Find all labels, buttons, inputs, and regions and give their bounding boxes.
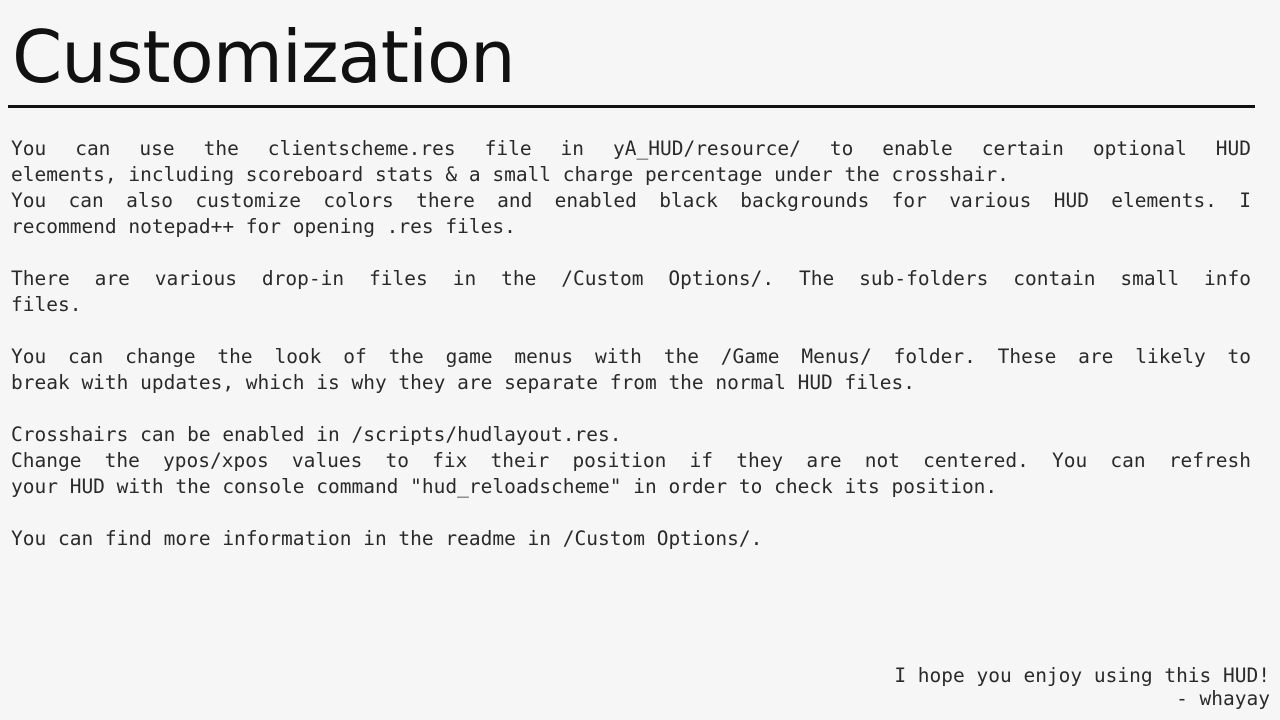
page-title: Customization xyxy=(12,15,516,99)
text-line: Change the ypos/xpos values to fix their… xyxy=(11,449,1251,472)
paragraph-clientscheme: You can use the clientscheme.res file in… xyxy=(11,136,1251,240)
text-line: files. xyxy=(11,293,82,316)
paragraph-crosshairs: Crosshairs can be enabled in /scripts/hu… xyxy=(11,422,1251,500)
text-line: You can use the clientscheme.res file in… xyxy=(11,137,1251,160)
text-line: break with updates, which is why they ar… xyxy=(11,371,915,394)
signoff-author: - whayay xyxy=(1176,687,1270,710)
text-line: There are various drop-in files in the /… xyxy=(11,267,1251,290)
text-line: You can find more information in the rea… xyxy=(11,527,763,550)
text-line: recommend notepad++ for opening .res fil… xyxy=(11,215,516,238)
signoff-message: I hope you enjoy using this HUD! xyxy=(894,664,1270,687)
text-line: your HUD with the console command "hud_r… xyxy=(11,475,998,498)
signoff: I hope you enjoy using this HUD! - whaya… xyxy=(894,664,1270,710)
text-line: You can change the look of the game menu… xyxy=(11,345,1251,368)
paragraph-drop-in-files: There are various drop-in files in the /… xyxy=(11,266,1251,318)
title-divider xyxy=(8,105,1255,108)
text-line: elements, including scoreboard stats & a… xyxy=(11,163,1009,186)
text-line: Crosshairs can be enabled in /scripts/hu… xyxy=(11,423,622,446)
customization-page: Customization You can use the clientsche… xyxy=(0,0,1280,720)
paragraph-game-menus: You can change the look of the game menu… xyxy=(11,344,1251,396)
paragraph-readme: You can find more information in the rea… xyxy=(11,526,1251,552)
text-line: You can also customize colors there and … xyxy=(11,189,1251,212)
instructions-body: You can use the clientscheme.res file in… xyxy=(11,136,1251,578)
